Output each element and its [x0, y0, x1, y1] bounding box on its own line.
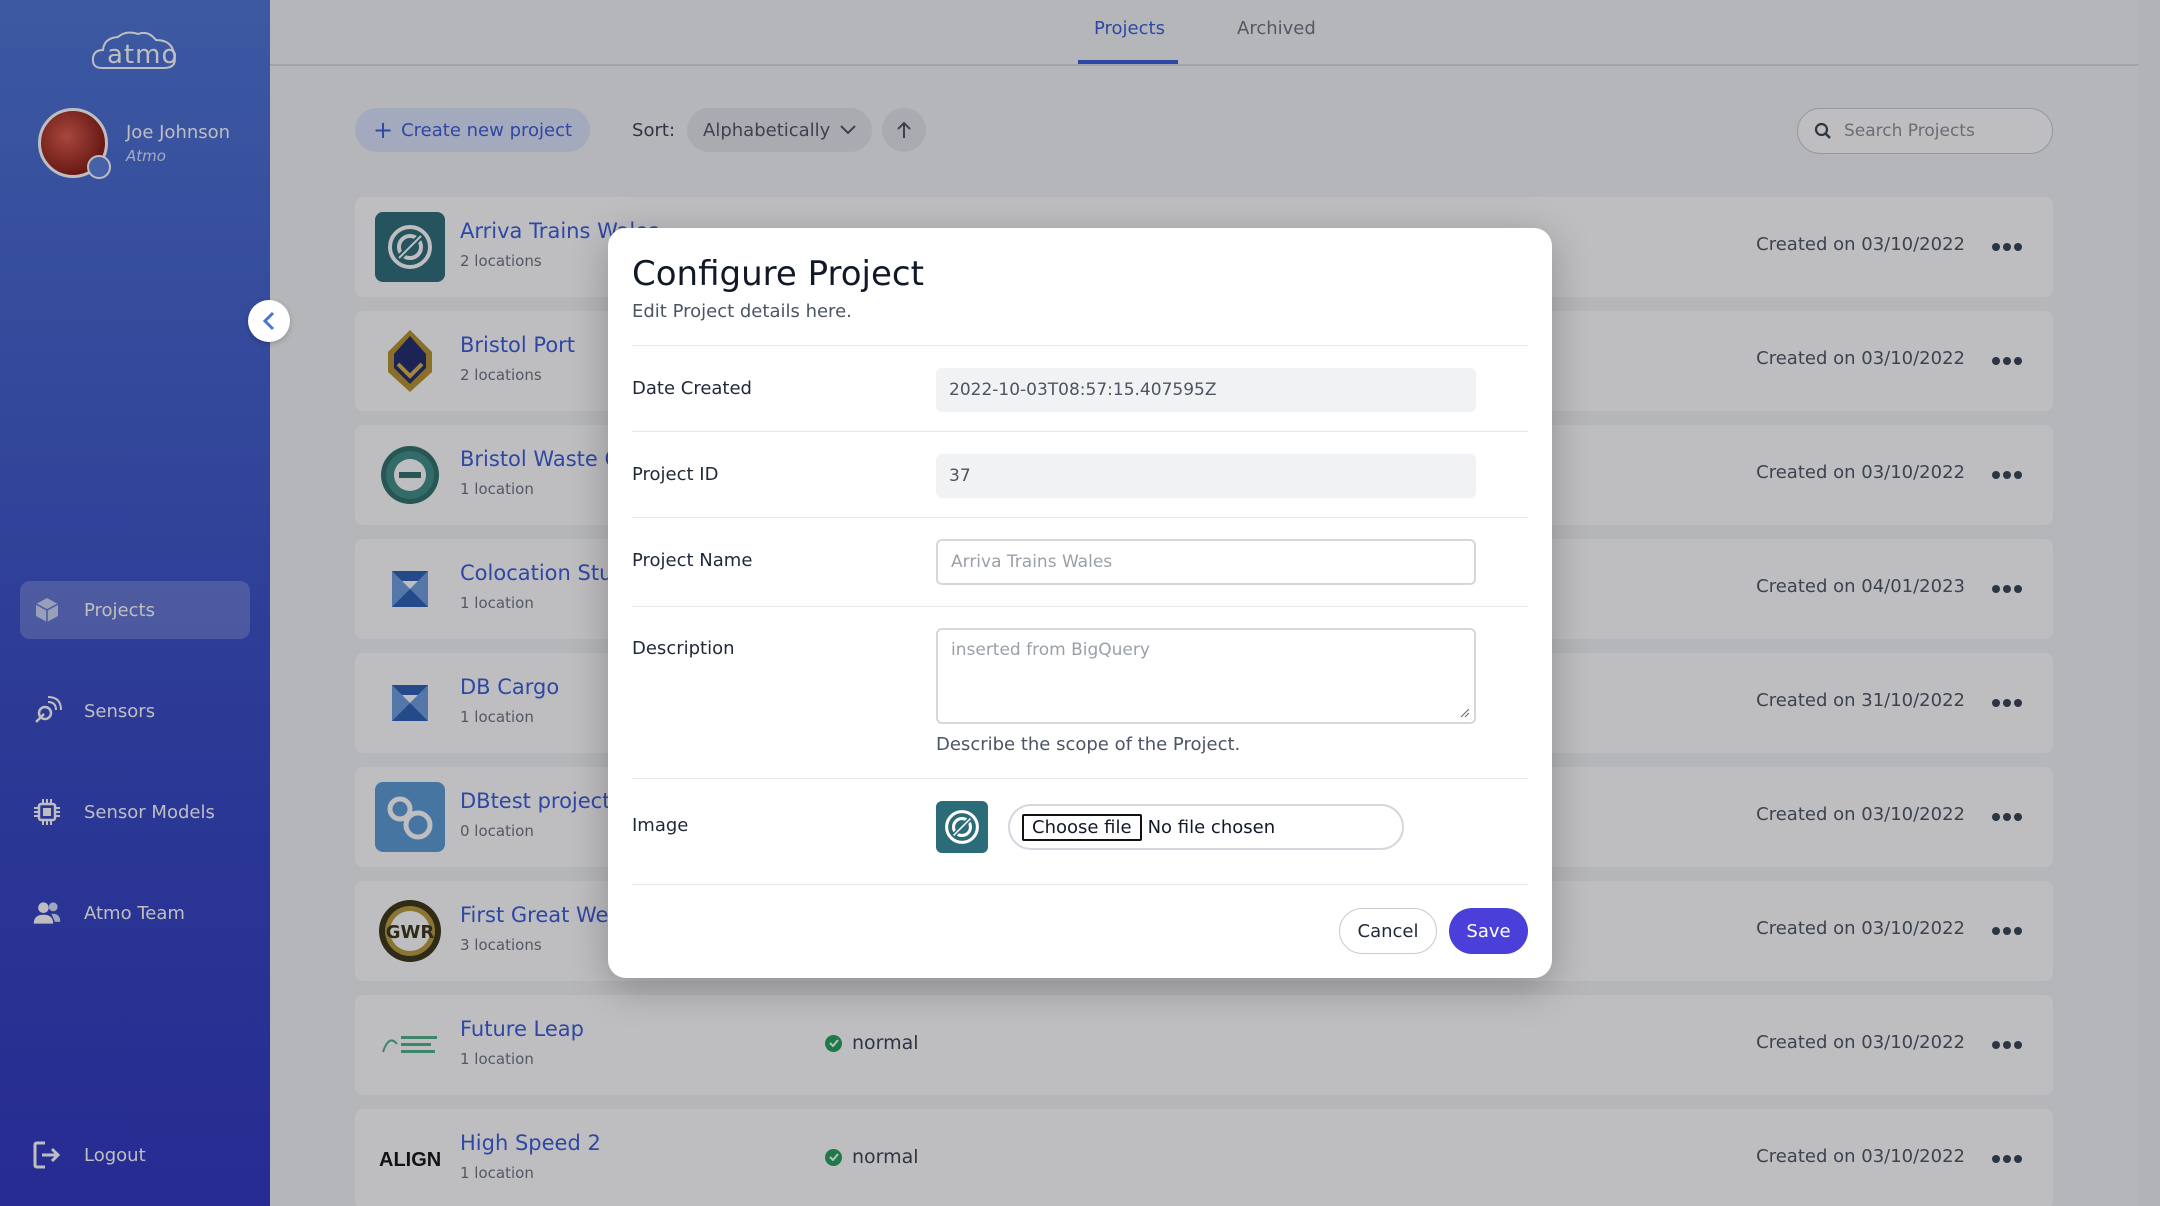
dialog-title: Configure Project: [632, 254, 924, 294]
image-label: Image: [632, 815, 689, 836]
project-name-label: Project Name: [632, 550, 753, 571]
image-file-input[interactable]: Choose file No file chosen: [1008, 804, 1404, 850]
no-file-text: No file chosen: [1147, 816, 1276, 838]
divider: [632, 345, 1528, 346]
dialog-subtitle: Edit Project details here.: [632, 301, 852, 322]
description-help-text: Describe the scope of the Project.: [936, 734, 1241, 755]
configure-project-dialog: Configure Project Edit Project details h…: [608, 228, 1552, 978]
cancel-button[interactable]: Cancel: [1339, 908, 1437, 954]
project-name-input[interactable]: Arriva Trains Wales: [936, 539, 1476, 585]
divider: [632, 517, 1528, 518]
chevron-left-icon: [263, 311, 275, 331]
resize-handle-icon[interactable]: [1460, 708, 1470, 718]
date-created-field: 2022-10-03T08:57:15.407595Z: [936, 368, 1476, 412]
collapse-sidebar-button[interactable]: [248, 300, 290, 342]
project-id-field: 37: [936, 454, 1476, 498]
divider: [632, 606, 1528, 607]
description-placeholder: inserted from BigQuery: [951, 640, 1150, 660]
project-image-preview: [936, 801, 988, 853]
project-id-label: Project ID: [632, 464, 719, 485]
description-textarea[interactable]: inserted from BigQuery: [936, 628, 1476, 724]
date-created-label: Date Created: [632, 378, 752, 399]
description-label: Description: [632, 638, 735, 659]
divider: [632, 884, 1528, 885]
choose-file-button[interactable]: Choose file: [1022, 813, 1142, 841]
divider: [632, 778, 1528, 779]
divider: [632, 431, 1528, 432]
save-button[interactable]: Save: [1449, 908, 1528, 954]
